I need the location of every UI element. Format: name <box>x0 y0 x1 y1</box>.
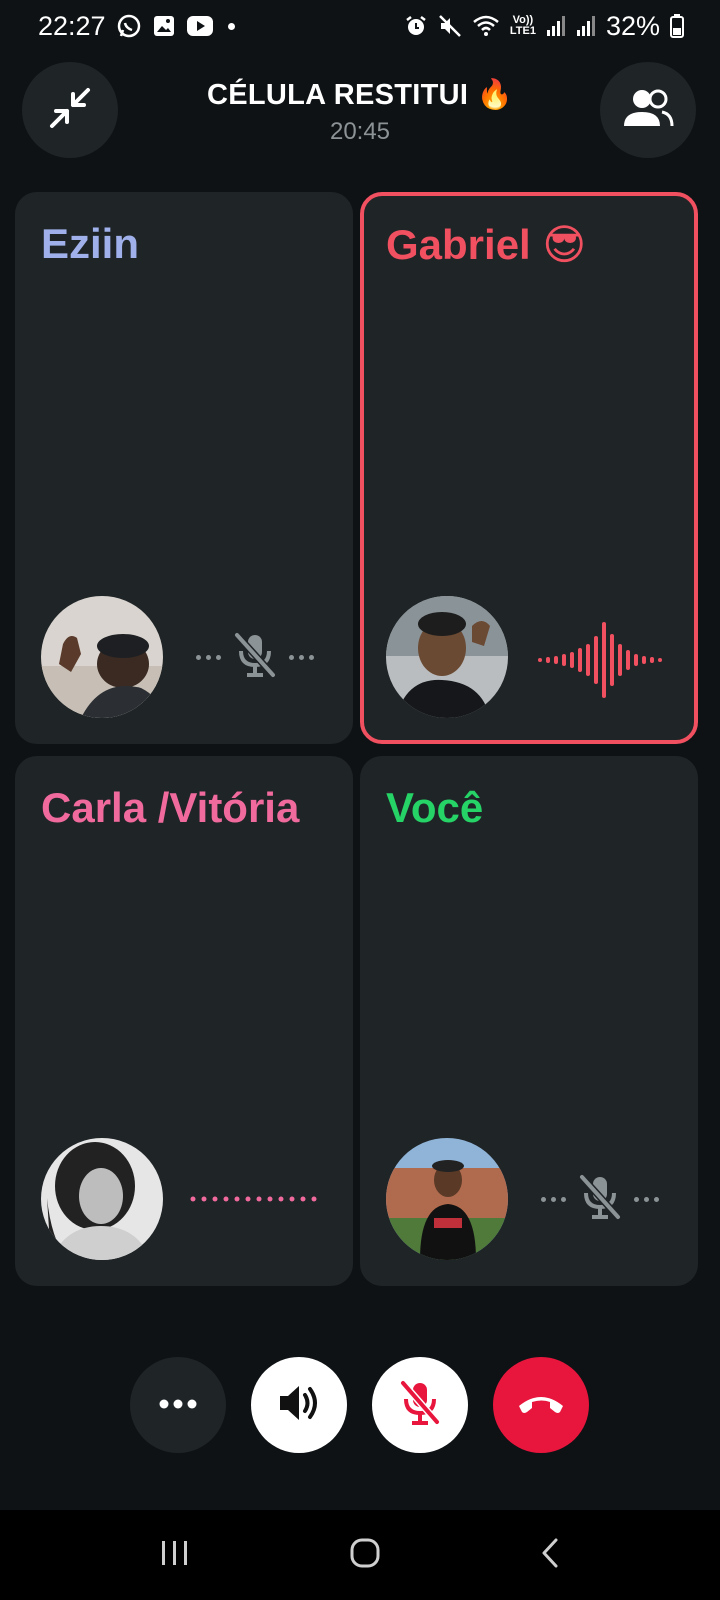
system-navigation-bar <box>0 1510 720 1600</box>
minimize-call-button[interactable] <box>22 62 118 158</box>
participant-name: Gabriel 😎 <box>386 221 587 268</box>
recent-apps-button[interactable] <box>160 1539 190 1572</box>
participant-tile-gabriel[interactable]: Gabriel 😎 <box>360 192 698 744</box>
status-bar: 22:27 Vo)) LTE1 32% <box>0 0 720 52</box>
speaker-icon <box>278 1383 320 1428</box>
minimize-icon <box>48 86 92 135</box>
alarm-icon <box>404 14 428 38</box>
speaker-button[interactable] <box>251 1357 347 1453</box>
avatar <box>386 1138 508 1260</box>
battery-icon <box>670 14 684 38</box>
wifi-icon <box>472 14 500 38</box>
participant-name: Carla /Vitória <box>41 784 300 831</box>
whatsapp-icon <box>116 13 142 39</box>
signal-icon <box>546 15 566 37</box>
volte-icon: Vo)) LTE1 <box>509 14 536 37</box>
avatar <box>386 596 508 718</box>
call-title: CÉLULA RESTITUI 🔥 <box>207 79 513 111</box>
participant-name: Você <box>386 784 484 831</box>
participant-tile-eziin[interactable]: Eziin <box>15 192 353 744</box>
muted-status <box>530 1172 670 1226</box>
more-options-button[interactable] <box>130 1357 226 1453</box>
signal-icon <box>576 15 596 37</box>
more-icon <box>158 1396 198 1414</box>
avatar <box>41 1138 163 1260</box>
participants-button[interactable] <box>600 62 696 158</box>
voice-waveform <box>530 620 670 700</box>
muted-microphone-icon <box>233 631 277 684</box>
youtube-icon <box>186 15 214 37</box>
call-timer: 20:45 <box>329 118 391 145</box>
muted-microphone-icon <box>400 1380 440 1431</box>
avatar <box>41 596 163 718</box>
muted-status <box>185 630 325 684</box>
muted-microphone-icon <box>578 1173 622 1226</box>
end-call-button[interactable] <box>493 1357 589 1453</box>
connecting-status <box>185 1172 325 1226</box>
participant-tile-you[interactable]: Você <box>360 756 698 1286</box>
gallery-icon <box>152 14 176 38</box>
call-controls <box>0 1357 720 1453</box>
participant-tile-carla-vitoria[interactable]: Carla /Vitória <box>15 756 353 1286</box>
participants-icon <box>622 88 674 133</box>
clock: 22:27 <box>38 10 106 41</box>
back-button[interactable] <box>540 1537 560 1574</box>
end-call-icon <box>517 1392 565 1419</box>
mute-icon <box>438 14 462 38</box>
participant-name: Eziin <box>41 220 140 267</box>
home-button[interactable] <box>349 1537 381 1574</box>
battery-percentage: 32% <box>605 10 660 41</box>
mute-button[interactable] <box>372 1357 468 1453</box>
notification-dot <box>227 22 235 30</box>
